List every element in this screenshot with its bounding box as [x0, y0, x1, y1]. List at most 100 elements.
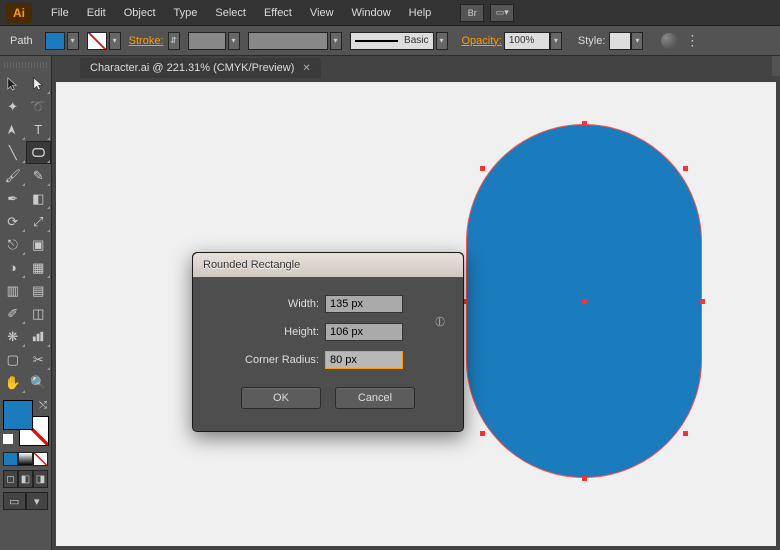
brush-dropdown[interactable]: ▾: [436, 32, 448, 50]
menu-effect[interactable]: Effect: [255, 7, 301, 19]
controlbar-overflow-icon[interactable]: ⋮: [685, 32, 699, 49]
document-tab-title: Character.ai @ 221.31% (CMYK/Preview): [90, 62, 294, 74]
stroke-dropdown[interactable]: ▾: [109, 32, 121, 50]
canvas-area: Rounded Rectangle Width: Height: Corner …: [52, 78, 780, 550]
recolor-artwork-icon[interactable]: [661, 33, 677, 49]
menu-edit[interactable]: Edit: [78, 7, 115, 19]
height-label: Height:: [284, 326, 319, 338]
stroke-weight-stepper[interactable]: ⇵: [168, 32, 180, 50]
perspective-grid-tool[interactable]: ▦: [26, 256, 52, 279]
ok-button[interactable]: OK: [241, 387, 321, 409]
variable-width-dropdown[interactable]: ▾: [330, 32, 342, 50]
anchor-upper-right[interactable]: [683, 166, 688, 171]
panel-grip[interactable]: [4, 62, 47, 68]
anchor-bottom-center[interactable]: [582, 476, 587, 481]
direct-selection-tool[interactable]: [26, 72, 52, 95]
variable-width-profile[interactable]: [248, 32, 328, 50]
opacity-field[interactable]: 100%: [504, 32, 550, 50]
magic-wand-tool[interactable]: ✦: [0, 95, 26, 118]
opacity-label[interactable]: Opacity:: [462, 35, 502, 47]
menu-window[interactable]: Window: [343, 7, 400, 19]
fill-color-box[interactable]: [3, 400, 33, 430]
selection-tool[interactable]: [0, 72, 26, 95]
pen-tool[interactable]: [0, 118, 26, 141]
color-mode-row: [3, 452, 48, 466]
rounded-rectangle-tool[interactable]: [26, 141, 52, 164]
paintbrush-tool[interactable]: 🖌: [0, 164, 26, 187]
screen-mode-button[interactable]: ▭: [3, 492, 26, 510]
blob-brush-tool[interactable]: ✒: [0, 187, 26, 210]
height-field[interactable]: [325, 323, 403, 341]
selected-rounded-rectangle[interactable]: [466, 124, 702, 478]
constrain-proportions-icon[interactable]: ⦶: [435, 313, 445, 330]
color-mode-none[interactable]: [33, 452, 48, 466]
hand-tool[interactable]: ✋: [0, 371, 26, 394]
arrange-docs-button[interactable]: ▭▾: [490, 4, 514, 22]
line-segment-tool[interactable]: ╲: [0, 141, 26, 164]
width-label: Width:: [288, 298, 319, 310]
fill-dropdown[interactable]: ▾: [67, 32, 79, 50]
document-tab-bar: Character.ai @ 221.31% (CMYK/Preview) ✕: [0, 56, 780, 78]
type-tool[interactable]: T: [26, 118, 52, 141]
style-dropdown[interactable]: ▾: [631, 32, 643, 50]
artboard[interactable]: Rounded Rectangle Width: Height: Corner …: [56, 82, 776, 546]
screen-mode-dropdown[interactable]: ▾: [26, 492, 49, 510]
symbol-sprayer-tool[interactable]: ❋: [0, 325, 26, 348]
anchor-lower-right[interactable]: [683, 431, 688, 436]
collapsed-right-panel[interactable]: [772, 56, 780, 76]
lasso-tool[interactable]: ➰: [26, 95, 52, 118]
column-graph-tool[interactable]: [26, 325, 52, 348]
menu-object[interactable]: Object: [115, 7, 165, 19]
close-tab-icon[interactable]: ✕: [302, 63, 310, 74]
stroke-swatch[interactable]: [87, 32, 107, 50]
center-point[interactable]: [582, 299, 587, 304]
menu-select[interactable]: Select: [206, 7, 255, 19]
mesh-tool[interactable]: ▥: [0, 279, 26, 302]
width-field[interactable]: [325, 295, 403, 313]
draw-normal-mode[interactable]: ◻: [3, 470, 18, 488]
slice-tool[interactable]: ✂: [26, 348, 52, 371]
color-mode-solid[interactable]: [3, 452, 18, 466]
gradient-tool[interactable]: ▤: [26, 279, 52, 302]
fill-swatch[interactable]: [45, 32, 65, 50]
selection-type-label: Path: [10, 35, 33, 47]
anchor-upper-left[interactable]: [480, 166, 485, 171]
brush-definition[interactable]: Basic: [350, 32, 434, 50]
zoom-tool[interactable]: 🔍: [26, 371, 52, 394]
menu-help[interactable]: Help: [400, 7, 441, 19]
dialog-title-bar[interactable]: Rounded Rectangle: [193, 253, 463, 277]
free-transform-tool[interactable]: ▣: [26, 233, 52, 256]
corner-radius-field[interactable]: [325, 351, 403, 369]
default-fill-stroke-icon[interactable]: [3, 434, 13, 444]
artboard-tool[interactable]: ▢: [0, 348, 26, 371]
cancel-button[interactable]: Cancel: [335, 387, 415, 409]
stroke-weight-label[interactable]: Stroke:: [129, 35, 164, 47]
rotate-tool[interactable]: ⟳: [0, 210, 26, 233]
anchor-mid-right[interactable]: [700, 299, 705, 304]
bridge-button[interactable]: Br: [460, 4, 484, 22]
stroke-weight-field[interactable]: [188, 32, 226, 50]
draw-behind-mode[interactable]: ◧: [18, 470, 33, 488]
shape-builder-tool[interactable]: ◑: [0, 256, 26, 279]
blend-tool[interactable]: ◫: [26, 302, 52, 325]
stroke-weight-dropdown[interactable]: ▾: [228, 32, 240, 50]
draw-inside-mode[interactable]: ◨: [33, 470, 48, 488]
menu-file[interactable]: File: [42, 7, 78, 19]
document-tab[interactable]: Character.ai @ 221.31% (CMYK/Preview) ✕: [80, 58, 321, 78]
opacity-dropdown[interactable]: ▾: [550, 32, 562, 50]
anchor-top-center[interactable]: [582, 121, 587, 126]
swap-fill-stroke-icon[interactable]: ⤭: [39, 400, 47, 411]
anchor-lower-left[interactable]: [480, 431, 485, 436]
scale-tool[interactable]: ⤢: [26, 210, 52, 233]
pencil-tool[interactable]: ✎: [26, 164, 52, 187]
style-swatch[interactable]: [609, 32, 631, 50]
tools-panel: ✦ ➰ T ╲ 🖌 ✎ ✒ ◧ ⟳ ⤢ ⎋ ▣ ◑ ▦ ▥ ▤ ✐ ◫ ❋ ▢: [0, 56, 52, 550]
color-mode-gradient[interactable]: [18, 452, 33, 466]
width-tool[interactable]: ⎋: [0, 233, 26, 256]
eyedropper-tool[interactable]: ✐: [0, 302, 26, 325]
menu-type[interactable]: Type: [165, 7, 207, 19]
fill-stroke-control[interactable]: ⤭: [3, 400, 49, 446]
brush-label: Basic: [404, 35, 428, 46]
menu-view[interactable]: View: [301, 7, 343, 19]
eraser-tool[interactable]: ◧: [26, 187, 52, 210]
